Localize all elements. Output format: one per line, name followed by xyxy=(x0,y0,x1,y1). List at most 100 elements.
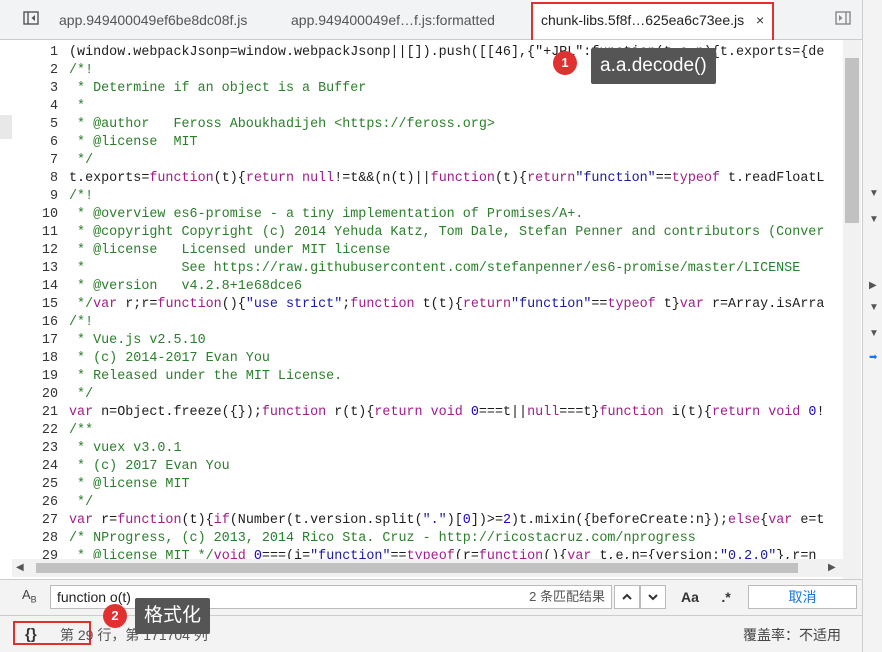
line-number[interactable]: 24 xyxy=(12,458,58,476)
code-line[interactable]: 21 var n=Object.freeze({});function r(t){… xyxy=(12,404,843,422)
line-number[interactable]: 15 xyxy=(12,296,58,314)
code-line[interactable]: 10 * @overview es6-promise - a tiny impl… xyxy=(12,206,843,224)
line-number[interactable]: 26 xyxy=(12,494,58,512)
line-number[interactable]: 10 xyxy=(12,206,58,224)
code-line[interactable]: 18 * (c) 2014-2017 Evan You xyxy=(12,350,843,368)
code-line[interactable]: 26 */ xyxy=(12,494,843,512)
line-number[interactable]: 6 xyxy=(12,134,58,152)
chevron-down-icon xyxy=(648,594,658,601)
search-bar: AB function o(t) 2 条匹配结果 Aa .* 取消 xyxy=(0,579,862,615)
code-text: * Determine if an object is a Buffer xyxy=(69,81,367,96)
line-number[interactable]: 19 xyxy=(12,368,58,386)
line-number[interactable]: 28 xyxy=(12,530,58,548)
line-number[interactable]: 20 xyxy=(12,386,58,404)
tab-app-js-formatted[interactable]: app.949400049ef…f.js:formatted xyxy=(291,0,495,39)
line-number[interactable]: 25 xyxy=(12,476,58,494)
code-line[interactable]: 7 */ xyxy=(12,152,843,170)
code-line[interactable]: 11 * @copyright Copyright (c) 2014 Yehud… xyxy=(12,224,843,242)
line-number[interactable]: 17 xyxy=(12,332,58,350)
line-number[interactable]: 8 xyxy=(12,170,58,188)
line-number[interactable]: 11 xyxy=(12,224,58,242)
code-line[interactable]: 25 * @license MIT xyxy=(12,476,843,494)
expand-arrow-icon[interactable]: ▼ xyxy=(869,302,879,313)
code-line[interactable]: 16 /*! xyxy=(12,314,843,332)
search-input-value: function o(t) xyxy=(57,589,131,605)
code-line[interactable]: 28 /* NProgress, (c) 2013, 2014 Rico Sta.… xyxy=(12,530,843,548)
scroll-right-icon[interactable]: ▶ xyxy=(828,562,836,573)
code-text: * vuex v3.0.1 xyxy=(69,441,182,456)
vertical-scrollbar-thumb[interactable] xyxy=(845,58,859,223)
scroll-left-icon[interactable]: ◀ xyxy=(16,562,24,573)
code-line[interactable]: 13 * See https://raw.githubusercontent.c… xyxy=(12,260,843,278)
match-case-icon[interactable]: AB xyxy=(22,587,37,605)
code-text: /* NProgress, (c) 2013, 2014 Rico Sta. C… xyxy=(69,531,696,546)
match-count: 2 条匹配结果 xyxy=(529,589,605,604)
annotation-badge-1: 1 xyxy=(553,51,577,75)
tab-app-js-formatted-label: app.949400049ef…f.js:formatted xyxy=(291,12,495,28)
line-number[interactable]: 27 xyxy=(12,512,58,530)
code-line[interactable]: 8 t.exports=function(t){return null!=t&&(… xyxy=(12,170,843,188)
code-line[interactable]: 5 * @author Feross Aboukhadijeh <https:/… xyxy=(12,116,843,134)
line-number[interactable]: 13 xyxy=(12,260,58,278)
code-text: * xyxy=(69,99,86,114)
next-match-button[interactable] xyxy=(640,585,666,609)
code-text: * @author Feross Aboukhadijeh <https://f… xyxy=(69,117,495,132)
toggle-debugger-icon[interactable] xyxy=(835,10,851,26)
expand-arrow-icon[interactable]: ▼ xyxy=(869,328,879,339)
code-line[interactable]: 15 */var r;r=function(){"use strict";fun… xyxy=(12,296,843,314)
code-line[interactable]: 22 /** xyxy=(12,422,843,440)
line-number[interactable]: 9 xyxy=(12,188,58,206)
code-line[interactable]: 14 * @version v4.2.8+1e68dce6 xyxy=(12,278,843,296)
code-text: * See https://raw.githubusercontent.com/… xyxy=(69,261,801,276)
code-line[interactable]: 19 * Released under the MIT License. xyxy=(12,368,843,386)
code-line[interactable]: 3 * Determine if an object is a Buffer xyxy=(12,80,843,98)
collapse-arrow-icon[interactable]: ▶ xyxy=(869,280,877,291)
line-number[interactable]: 23 xyxy=(12,440,58,458)
line-number[interactable]: 7 xyxy=(12,152,58,170)
toggle-navigator-icon[interactable] xyxy=(23,10,39,26)
line-number[interactable]: 22 xyxy=(12,422,58,440)
code-line[interactable]: 6 * @license MIT xyxy=(12,134,843,152)
code-line[interactable]: 27 var r=function(t){if(Number(t.version.… xyxy=(12,512,843,530)
code-line[interactable]: 2 /*! xyxy=(12,62,843,80)
code-line[interactable]: 17 * Vue.js v2.5.10 xyxy=(12,332,843,350)
breakpoint-arrow-icon[interactable]: ➡ xyxy=(869,352,877,363)
code-line[interactable]: 1 (window.webpackJsonp=window.webpackJson… xyxy=(12,44,843,62)
expand-arrow-icon[interactable]: ▼ xyxy=(869,188,879,199)
line-number[interactable]: 4 xyxy=(12,98,58,116)
regex-button[interactable]: .* xyxy=(712,585,740,609)
line-number[interactable]: 18 xyxy=(12,350,58,368)
previous-match-button[interactable] xyxy=(614,585,640,609)
coverage-status: 覆盖率：不适用 xyxy=(743,627,841,643)
code-line[interactable]: 4 * xyxy=(12,98,843,116)
code-text: * (c) 2017 Evan You xyxy=(69,459,230,474)
code-line[interactable]: 23 * vuex v3.0.1 xyxy=(12,440,843,458)
line-number[interactable]: 14 xyxy=(12,278,58,296)
code-text: * @license MIT xyxy=(69,135,198,150)
expand-arrow-icon[interactable]: ▼ xyxy=(869,214,879,225)
code-text: */var r;r=function(){"use strict";functi… xyxy=(69,297,825,312)
line-number[interactable]: 1 xyxy=(12,44,58,62)
case-sensitive-button[interactable]: Aa xyxy=(676,585,704,609)
line-number[interactable]: 12 xyxy=(12,242,58,260)
horizontal-scrollbar[interactable]: ◀ ▶ xyxy=(12,559,843,577)
vertical-scrollbar[interactable] xyxy=(843,40,861,579)
code-text: /*! xyxy=(69,315,94,330)
code-editor[interactable]: 1 (window.webpackJsonp=window.webpackJson… xyxy=(12,40,843,579)
active-tab-highlight xyxy=(531,2,774,45)
code-line[interactable]: 9 /*! xyxy=(12,188,843,206)
tab-app-js[interactable]: app.949400049ef6be8dc08f.js xyxy=(59,0,247,39)
line-number[interactable]: 21 xyxy=(12,404,58,422)
code-line[interactable]: 12 * @license Licensed under MIT license xyxy=(12,242,843,260)
line-number[interactable]: 16 xyxy=(12,314,58,332)
code-line[interactable]: 20 */ xyxy=(12,386,843,404)
code-line[interactable]: 24 * (c) 2017 Evan You xyxy=(12,458,843,476)
debugger-side-panel[interactable]: ▼ ▼ ▶ ▼ ▼ ➡ xyxy=(862,0,882,652)
horizontal-scrollbar-thumb[interactable] xyxy=(36,563,798,573)
cancel-button[interactable]: 取消 xyxy=(748,585,857,609)
line-number[interactable]: 2 xyxy=(12,62,58,80)
code-text: /*! xyxy=(69,189,94,204)
line-number[interactable]: 3 xyxy=(12,80,58,98)
line-number[interactable]: 5 xyxy=(12,116,58,134)
code-text: * @copyright Copyright (c) 2014 Yehuda K… xyxy=(69,225,825,240)
